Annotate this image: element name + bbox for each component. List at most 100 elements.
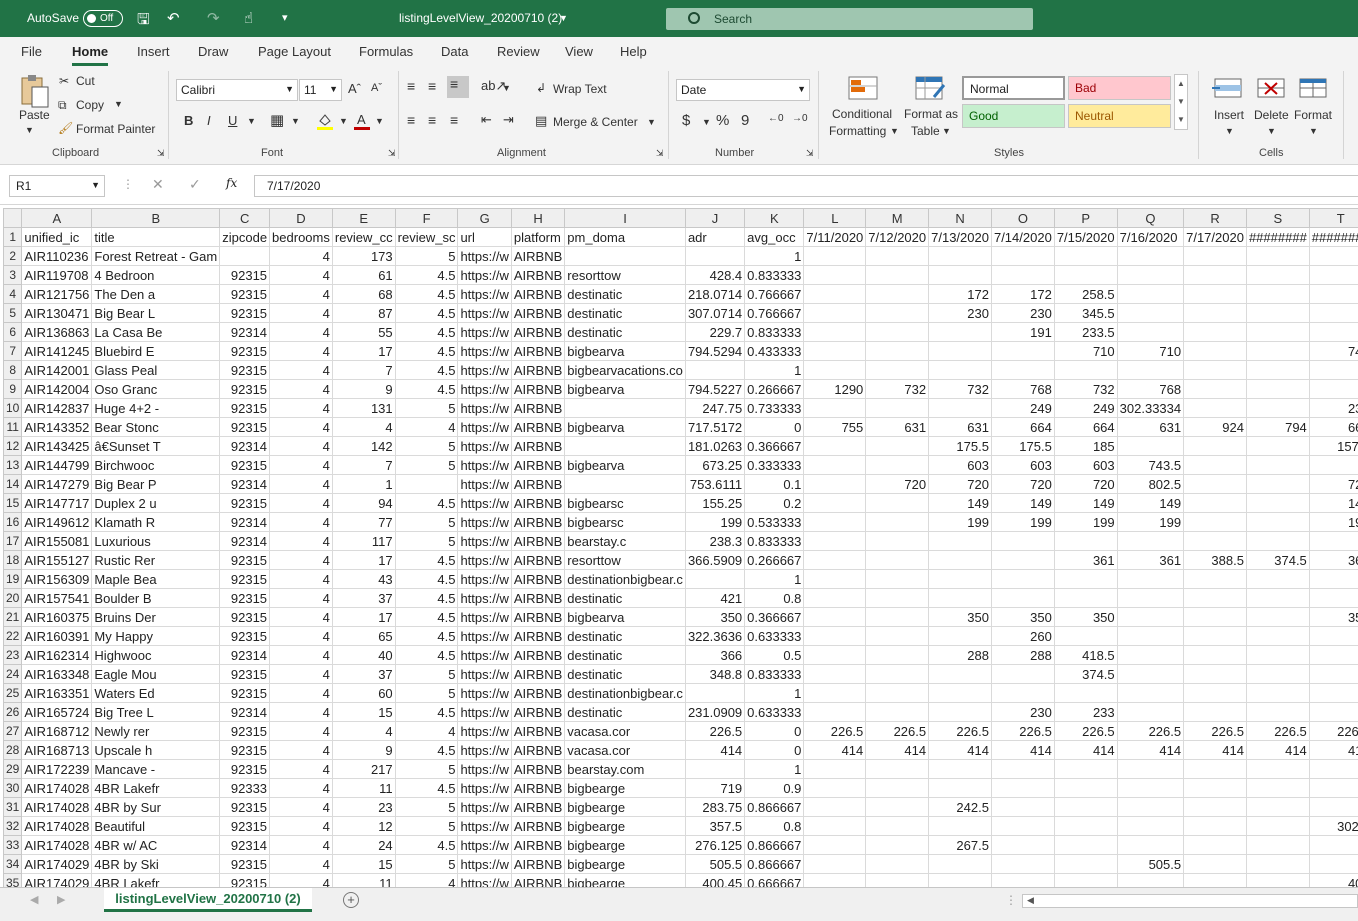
cell-j6[interactable]: 229.7	[684, 322, 746, 342]
cell-d20[interactable]: 4	[269, 588, 333, 608]
cell-r31[interactable]	[1183, 797, 1247, 817]
cell-d8[interactable]: 4	[269, 360, 333, 380]
cell-t11[interactable]: 664	[1308, 417, 1358, 437]
cell-h31[interactable]: AIRBNB	[510, 797, 566, 817]
cell-r23[interactable]	[1183, 645, 1247, 665]
cell-k32[interactable]: 0.8	[744, 816, 805, 836]
cell-e28[interactable]: 9	[331, 740, 396, 760]
touch-mode-icon[interactable]: ☝	[244, 9, 253, 27]
cell-n34[interactable]	[928, 854, 992, 874]
cell-d2[interactable]: 4	[269, 246, 333, 266]
cell-o14[interactable]: 720	[990, 474, 1055, 494]
cell-h1[interactable]: platform	[510, 227, 566, 247]
cell-i16[interactable]: bigbearsc	[564, 512, 686, 532]
cell-a1[interactable]: unified_ic	[21, 227, 93, 247]
cell-e14[interactable]: 1	[331, 474, 396, 494]
cell-r33[interactable]	[1183, 835, 1247, 855]
cell-k35[interactable]: 0.666667	[744, 873, 805, 887]
row-header[interactable]: 14	[3, 474, 23, 494]
cell-t3[interactable]	[1308, 265, 1358, 285]
cell-d33[interactable]: 4	[269, 835, 333, 855]
worksheet-table[interactable]: ABCDEFGHIJKLMNOPQRST 1 unified_ic title zip…	[3, 208, 1358, 887]
cell-t20[interactable]	[1308, 588, 1358, 608]
cell-f3[interactable]: 4.5	[394, 265, 459, 285]
cell-h10[interactable]: AIRBNB	[510, 398, 566, 418]
cell-t2[interactable]	[1308, 246, 1358, 266]
chevron-down-icon[interactable]: ▼	[375, 116, 384, 126]
cell-n20[interactable]	[928, 588, 992, 608]
cell-o17[interactable]	[990, 531, 1055, 551]
cell-e31[interactable]: 23	[331, 797, 396, 817]
cell-b31[interactable]: 4BR by Sur	[91, 797, 221, 817]
cell-i3[interactable]: resorttow	[564, 265, 686, 285]
cell-b1[interactable]: title	[91, 227, 221, 247]
cell-k30[interactable]: 0.9	[744, 778, 805, 798]
cell-d15[interactable]: 4	[269, 493, 333, 513]
cell-t7[interactable]: 747	[1308, 341, 1358, 361]
cell-c27[interactable]: 92315	[219, 721, 271, 741]
cell-f4[interactable]: 4.5	[394, 284, 459, 304]
cell-k24[interactable]: 0.833333	[744, 664, 805, 684]
cell-q3[interactable]	[1116, 265, 1185, 285]
cell-p4[interactable]: 258.5	[1053, 284, 1118, 304]
row-header[interactable]: 33	[3, 835, 23, 855]
cell-q16[interactable]: 199	[1116, 512, 1185, 532]
cell-s7[interactable]	[1245, 341, 1310, 361]
cell-n24[interactable]	[928, 664, 992, 684]
cell-q8[interactable]	[1116, 360, 1185, 380]
row-header[interactable]: 9	[3, 379, 23, 399]
row-header[interactable]: 8	[3, 360, 23, 380]
cell-l22[interactable]	[803, 626, 867, 646]
cell-m19[interactable]	[865, 569, 930, 589]
cell-t14[interactable]: 720	[1308, 474, 1358, 494]
cell-j27[interactable]: 226.5	[684, 721, 746, 741]
cell-c8[interactable]: 92315	[219, 360, 271, 380]
paste-dropdown-icon[interactable]: ▼	[25, 125, 34, 135]
cell-s2[interactable]	[1245, 246, 1310, 266]
cell-k25[interactable]: 1	[744, 683, 805, 703]
cell-m26[interactable]	[865, 702, 930, 722]
cell-o21[interactable]: 350	[990, 607, 1055, 627]
cell-s24[interactable]	[1245, 664, 1310, 684]
cell-d17[interactable]: 4	[269, 531, 333, 551]
cell-r25[interactable]	[1183, 683, 1247, 703]
cell-c11[interactable]: 92315	[219, 417, 271, 437]
cell-q17[interactable]	[1116, 531, 1185, 551]
cell-b4[interactable]: The Den a	[91, 284, 221, 304]
tab-page-layout[interactable]: Page Layout	[258, 44, 331, 59]
cell-o3[interactable]	[990, 265, 1055, 285]
cell-p21[interactable]: 350	[1053, 607, 1118, 627]
cell-n31[interactable]: 242.5	[928, 797, 992, 817]
cell-s22[interactable]	[1245, 626, 1310, 646]
paste-button[interactable]: Paste	[19, 108, 50, 122]
cell-j22[interactable]: 322.3636	[684, 626, 746, 646]
cell-j32[interactable]: 357.5	[684, 816, 746, 836]
cell-q14[interactable]: 802.5	[1116, 474, 1185, 494]
cell-n1[interactable]: 7/13/2020	[928, 227, 992, 247]
cell-j4[interactable]: 218.0714	[684, 284, 746, 304]
cell-l23[interactable]	[803, 645, 867, 665]
column-header-r[interactable]: R	[1183, 208, 1247, 228]
cell-l1[interactable]: 7/11/2020	[803, 227, 867, 247]
cell-m9[interactable]: 732	[865, 379, 930, 399]
cell-c28[interactable]: 92315	[219, 740, 271, 760]
cell-q1[interactable]: 7/16/2020	[1116, 227, 1185, 247]
cell-b35[interactable]: 4BR Lakefr	[91, 873, 221, 887]
cell-f26[interactable]: 4.5	[394, 702, 459, 722]
cell-q32[interactable]	[1116, 816, 1185, 836]
cell-h13[interactable]: AIRBNB	[510, 455, 566, 475]
cell-m23[interactable]	[865, 645, 930, 665]
cell-b16[interactable]: Klamath R	[91, 512, 221, 532]
cell-t30[interactable]	[1308, 778, 1358, 798]
cell-q20[interactable]	[1116, 588, 1185, 608]
format-button[interactable]: Format	[1294, 108, 1332, 122]
cell-l27[interactable]: 226.5	[803, 721, 867, 741]
cell-t8[interactable]	[1308, 360, 1358, 380]
cell-i34[interactable]: bigbearge	[564, 854, 686, 874]
cell-k9[interactable]: 0.266667	[744, 379, 805, 399]
cell-t24[interactable]	[1308, 664, 1358, 684]
cell-j30[interactable]: 719	[684, 778, 746, 798]
cell-n30[interactable]	[928, 778, 992, 798]
cell-g29[interactable]: https://w	[457, 759, 512, 779]
cell-f8[interactable]: 4.5	[394, 360, 459, 380]
